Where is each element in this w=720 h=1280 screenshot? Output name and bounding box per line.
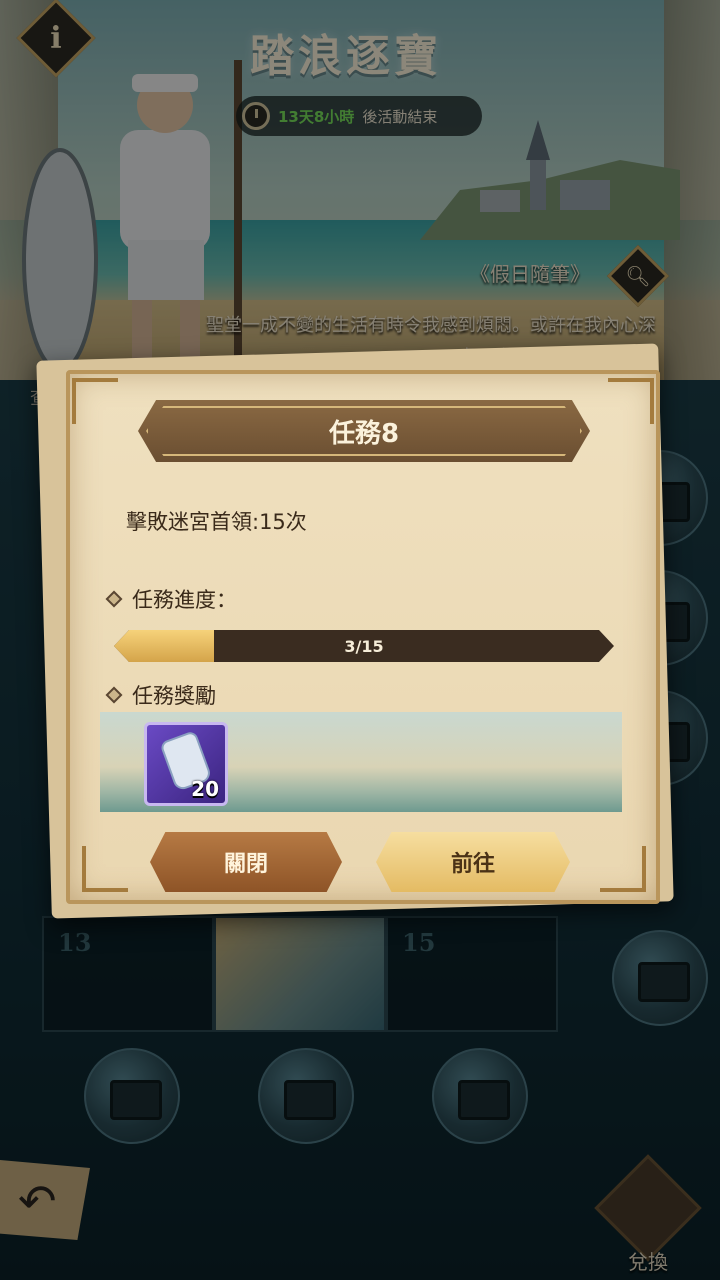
corner-ornament [72,378,118,424]
task-description: 擊敗迷宮首領:15次 [126,510,307,534]
reward-item[interactable]: 20 [144,722,228,806]
corner-ornament [608,378,654,424]
progress-label: 任務進度： [132,588,237,612]
task-progress-bar: 3/15 [114,630,614,662]
go-button[interactable]: 前往 [376,832,570,892]
progress-text: 3/15 [344,636,384,656]
reward-item-count: 20 [191,777,219,801]
diamond-bullet-icon [105,590,123,608]
corner-ornament [600,846,646,892]
title-bar-trim [146,406,582,456]
diamond-bullet-icon [105,686,123,704]
reward-section-header: 任務獎勵 [105,680,216,710]
progress-section-header: 任務進度： [105,584,237,614]
corner-ornament [82,846,128,892]
reward-label: 任務獎勵 [132,684,216,708]
close-button[interactable]: 關閉 [150,832,342,892]
